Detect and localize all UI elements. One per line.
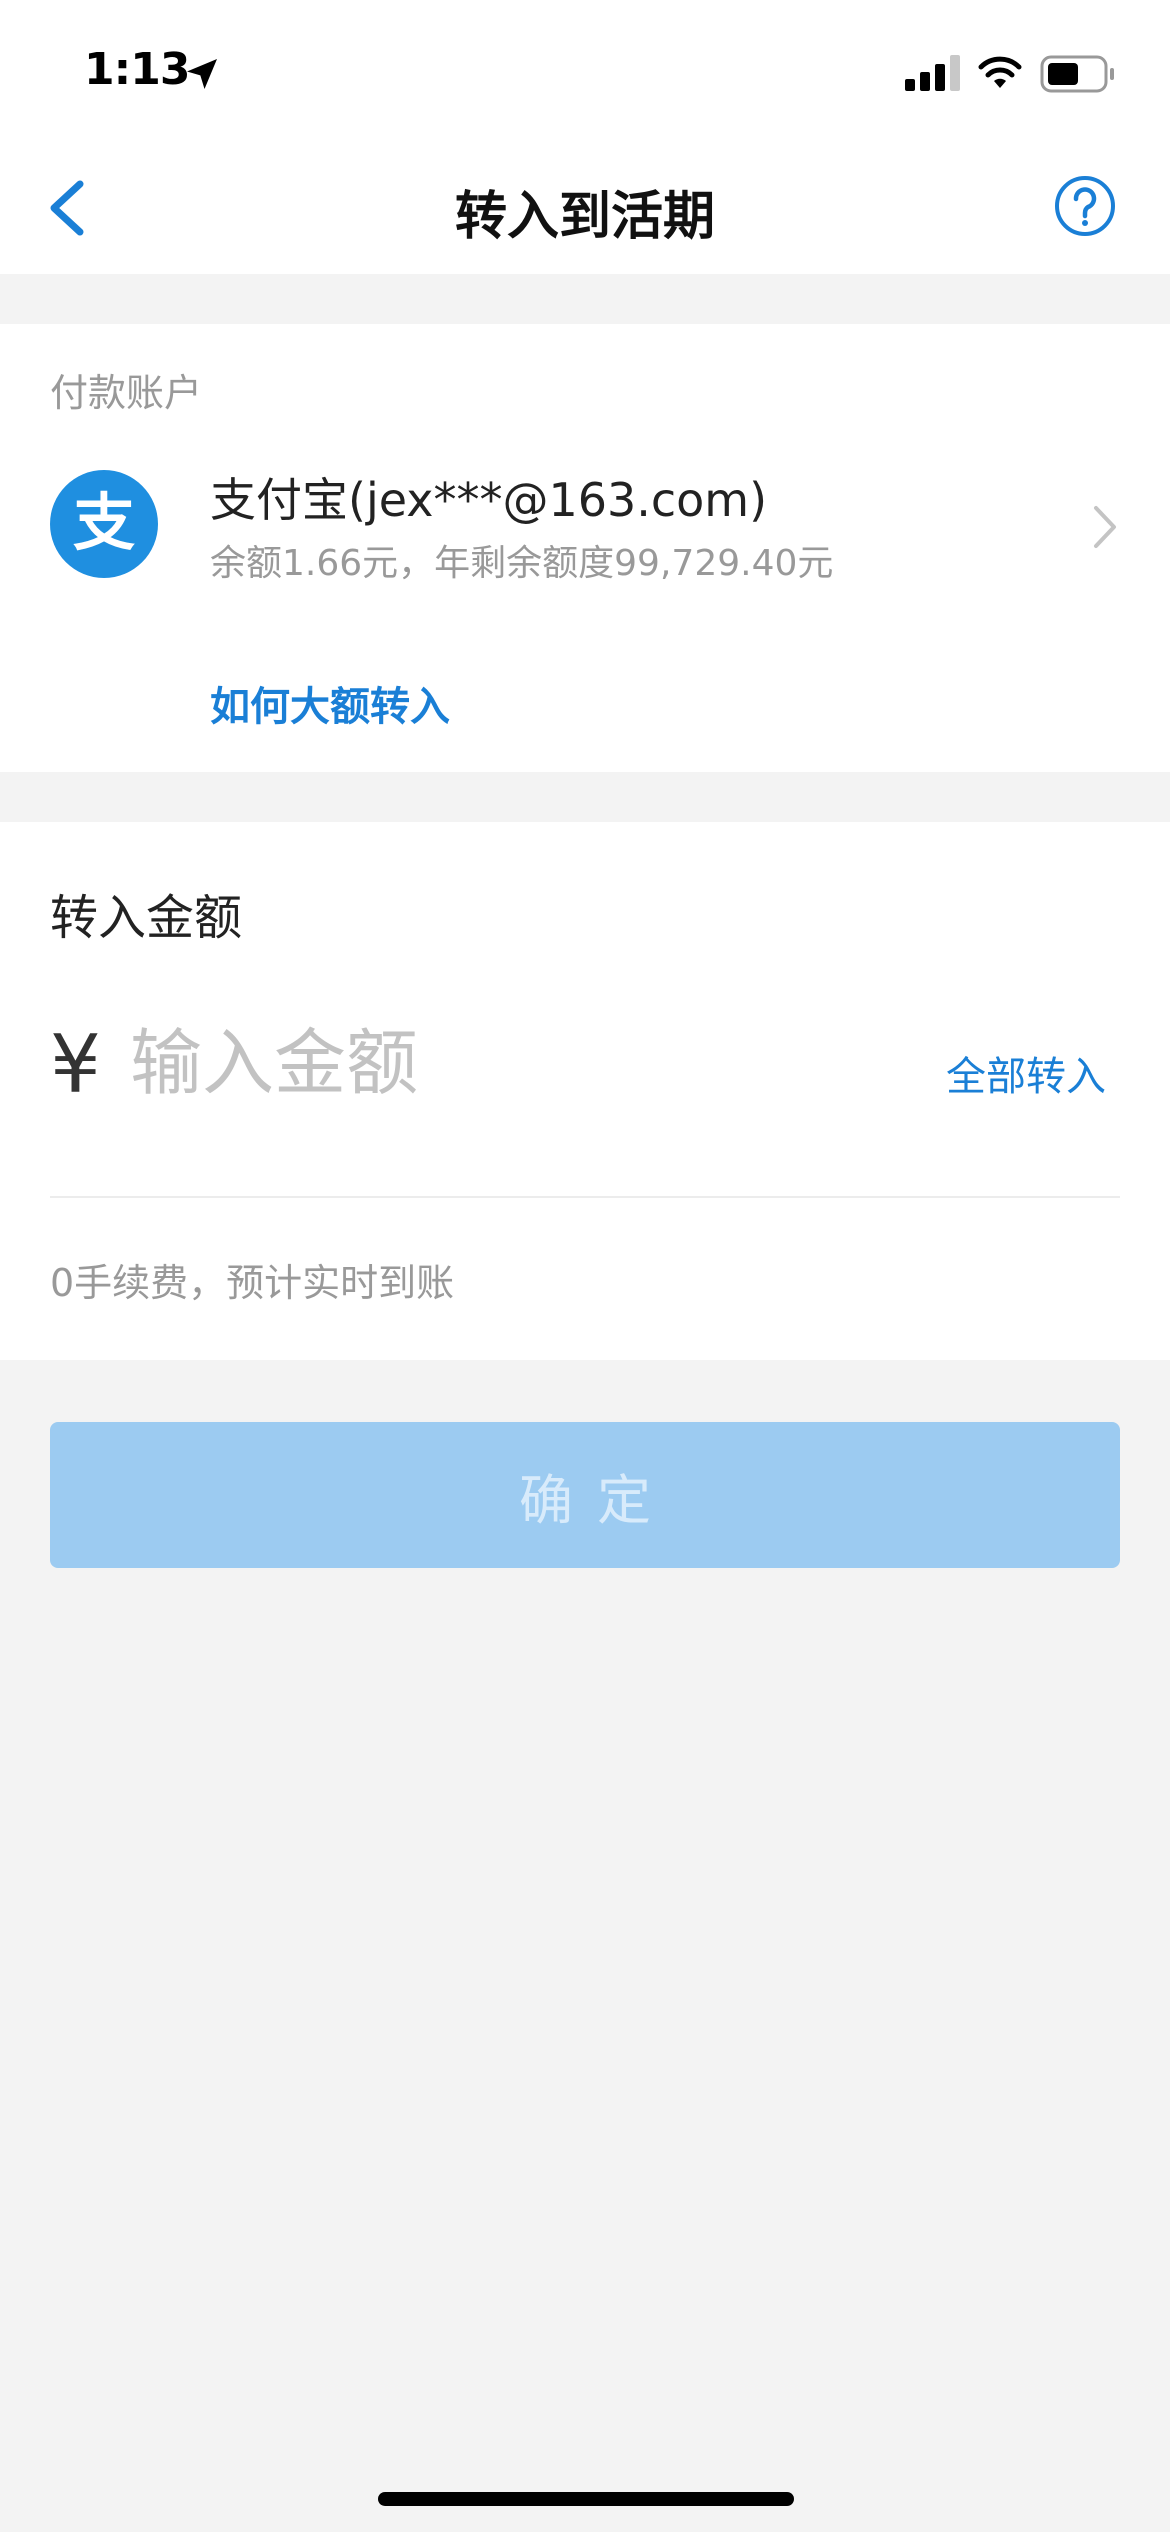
page-title: 转入到活期: [454, 187, 715, 247]
alipay-logo-icon: 支: [50, 470, 158, 578]
chevron-right-icon: [1094, 506, 1116, 548]
amount-label: 转入金额: [50, 890, 243, 946]
help-button[interactable]: [1054, 175, 1116, 237]
nav-bar: 转入到活期: [0, 140, 1170, 274]
screen: 1:13 转入到活期 付款账户 支 支付宝(jex***@163.com) 余额…: [0, 0, 1170, 2532]
home-indicator: [378, 2492, 794, 2506]
account-name: 支付宝(jex***@163.com): [210, 473, 768, 527]
question-circle-icon: [1055, 176, 1115, 236]
wifi-icon: [978, 56, 1022, 88]
transfer-all-button[interactable]: 全部转入: [946, 1044, 1106, 1102]
amount-card: 转入金额 ¥ 全部转入 0手续费，预计实时到账: [0, 822, 1170, 1360]
status-bar: 1:13: [0, 0, 1170, 140]
large-transfer-link[interactable]: 如何大额转入: [210, 674, 450, 732]
alipay-glyph: 支: [73, 486, 135, 559]
section-label: 付款账户: [50, 371, 203, 415]
location-arrow-icon: [187, 59, 217, 89]
confirm-button[interactable]: 确定: [50, 1422, 1120, 1568]
account-balance: 余额1.66元，年剩余额度99,729.40元: [210, 543, 834, 584]
account-row[interactable]: 支 支付宝(jex***@163.com) 余额1.66元，年剩余额度99,72…: [0, 464, 1170, 594]
currency-symbol: ¥: [50, 1018, 101, 1111]
cellular-signal-icon: [905, 55, 960, 91]
divider: [50, 1196, 1120, 1198]
status-time: 1:13: [84, 44, 190, 95]
fee-note: 0手续费，预计实时到账: [50, 1261, 455, 1305]
payment-account-card: 付款账户 支 支付宝(jex***@163.com) 余额1.66元，年剩余额度…: [0, 324, 1170, 772]
alipay-glyph-text: 支: [73, 486, 135, 559]
amount-input[interactable]: [130, 1008, 910, 1118]
battery-icon: [1040, 55, 1114, 93]
